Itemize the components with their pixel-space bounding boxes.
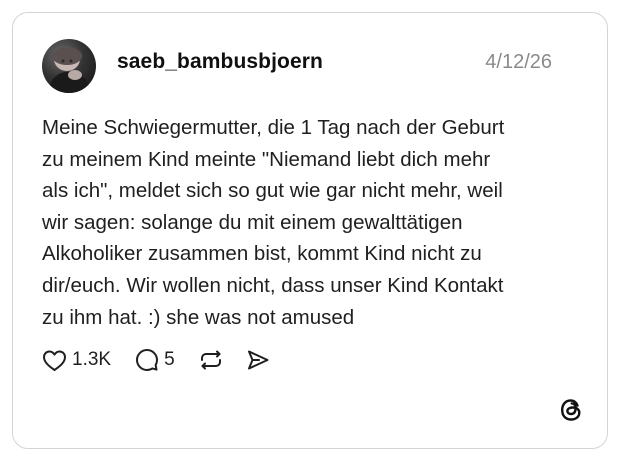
username[interactable]: saeb_bambusbjoern bbox=[117, 50, 323, 74]
avatar[interactable] bbox=[42, 39, 96, 93]
post-text: Meine Schwiegermutter, die 1 Tag nach de… bbox=[42, 116, 505, 329]
comment-icon bbox=[136, 349, 159, 371]
post-card: saeb_bambusbjoern 4/12/26 Meine Schwiege… bbox=[12, 12, 608, 449]
action-bar: 1.3K 5 bbox=[42, 345, 270, 375]
like-count: 1.3K bbox=[72, 349, 112, 370]
like-button[interactable]: 1.3K bbox=[42, 349, 111, 372]
post-date: 4/12/26 bbox=[485, 51, 552, 73]
avatar-image bbox=[48, 47, 92, 93]
repost-button[interactable] bbox=[198, 348, 224, 372]
heart-icon bbox=[43, 350, 66, 371]
reply-button[interactable]: 5 bbox=[135, 348, 175, 372]
threads-logo-icon bbox=[560, 399, 581, 421]
share-button[interactable] bbox=[246, 348, 270, 372]
threads-logo bbox=[557, 396, 585, 424]
send-icon bbox=[247, 350, 269, 370]
repost-icon bbox=[200, 350, 221, 370]
reply-count: 5 bbox=[164, 349, 175, 370]
